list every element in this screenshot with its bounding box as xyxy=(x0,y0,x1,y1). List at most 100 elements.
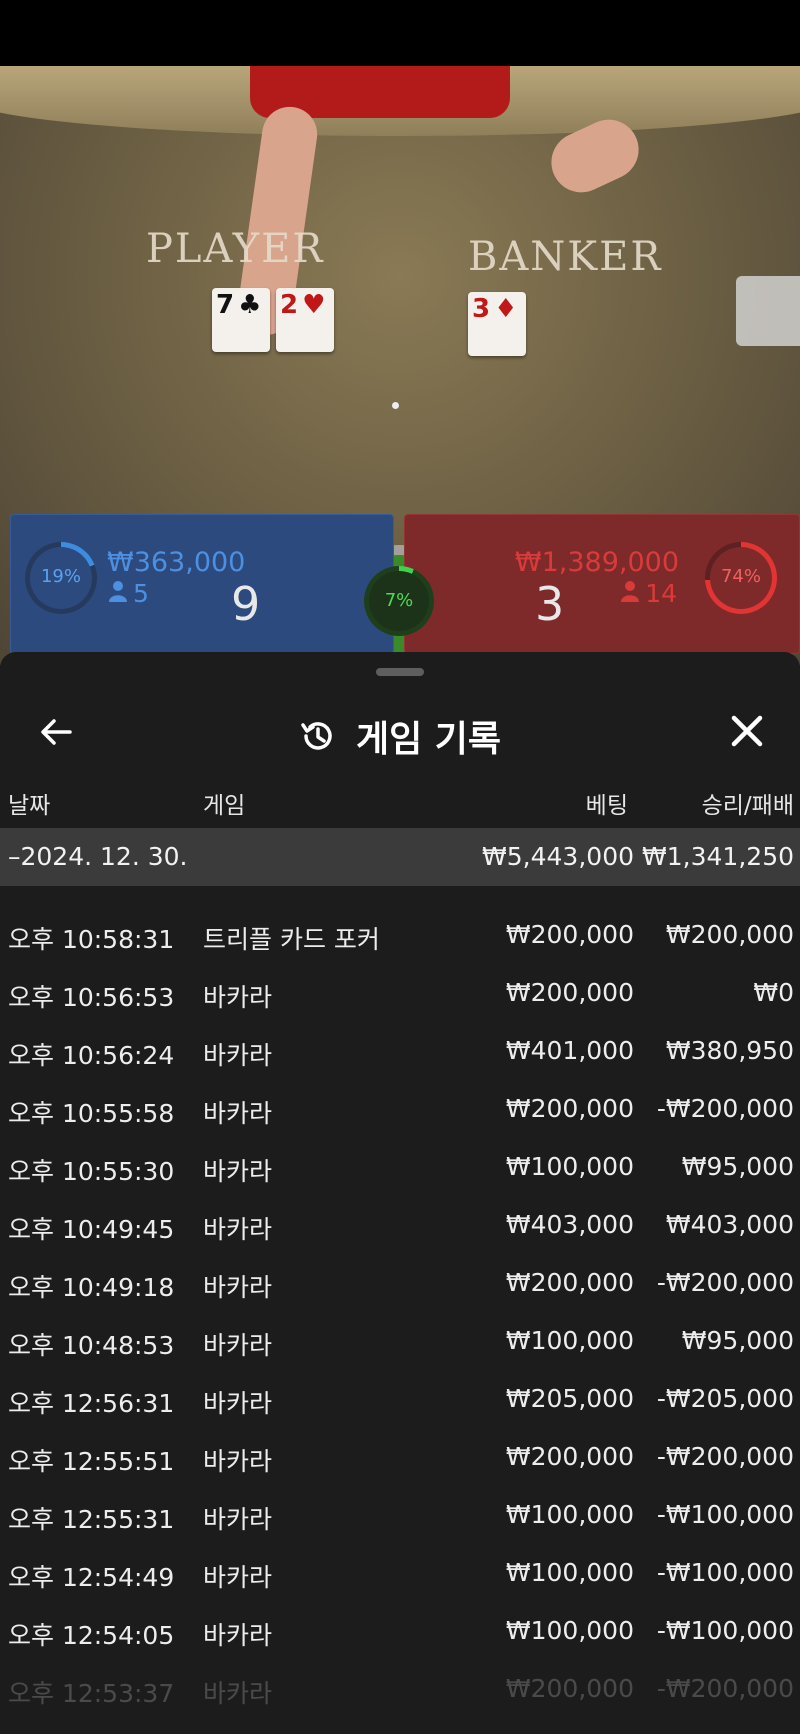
history-row[interactable]: 오후 12:54:49 바카라 ₩100,000 -₩100,000 xyxy=(0,1554,800,1612)
history-row[interactable]: 오후 10:56:24 바카라 ₩401,000 ₩380,950 xyxy=(0,1032,800,1090)
felt-banker-label: BANKER xyxy=(468,234,663,280)
row-game: 바카라 xyxy=(203,1331,273,1360)
row-bet: ₩401,000 xyxy=(505,1036,634,1065)
banker-percent: 74% xyxy=(720,566,761,587)
row-win-loss: ₩403,000 xyxy=(665,1210,794,1239)
card-suit: ♥ xyxy=(302,290,326,320)
row-win-loss: -₩100,000 xyxy=(656,1500,794,1529)
banker-percent-ring: 74% xyxy=(705,542,777,614)
history-row[interactable]: 오후 10:56:53 바카라 ₩200,000 ₩0 xyxy=(0,974,800,1032)
history-row[interactable]: 오후 10:49:45 바카라 ₩403,000 ₩403,000 xyxy=(0,1206,800,1264)
close-button[interactable] xyxy=(724,708,770,754)
column-game: 게임 xyxy=(203,793,246,819)
row-game: 바카라 xyxy=(203,1563,273,1592)
row-win-loss: -₩100,000 xyxy=(656,1616,794,1645)
row-bet: ₩403,000 xyxy=(505,1210,634,1239)
history-row[interactable]: 오후 12:54:05 바카라 ₩100,000 -₩100,000 xyxy=(0,1612,800,1670)
player-bet-amount: ₩363,000 xyxy=(107,547,246,578)
player-bet-panel[interactable]: 19% ₩363,000 5 9 xyxy=(10,514,394,654)
row-time: 오후 10:49:45 xyxy=(8,1215,175,1244)
row-win-loss: -₩200,000 xyxy=(656,1442,794,1471)
banker-count-value: 14 xyxy=(645,579,677,608)
row-time: 오후 10:56:24 xyxy=(8,1041,175,1070)
card-suit: ♣ xyxy=(238,290,262,320)
row-win-loss: -₩200,000 xyxy=(656,1094,794,1123)
date-summary-row[interactable]: –2024. 12. 30. ₩5,443,000 ₩1,341,250 xyxy=(0,828,800,886)
row-win-loss: -₩100,000 xyxy=(656,1558,794,1587)
card-shoe xyxy=(736,276,800,346)
row-bet: ₩100,000 xyxy=(505,1616,634,1645)
drag-handle[interactable] xyxy=(376,668,424,676)
row-bet: ₩205,000 xyxy=(505,1384,634,1413)
player-count-value: 5 xyxy=(133,579,149,608)
column-bet: 베팅 xyxy=(585,793,628,819)
row-game: 바카라 xyxy=(203,1389,273,1418)
row-win-loss: ₩380,950 xyxy=(665,1036,794,1065)
banker-bet-panel[interactable]: ₩1,389,000 14 3 74% xyxy=(404,514,800,654)
history-row[interactable]: 오후 10:55:58 바카라 ₩200,000 -₩200,000 xyxy=(0,1090,800,1148)
row-time: 오후 12:53:37 xyxy=(8,1679,175,1708)
history-row[interactable]: 오후 12:53:37 바카라 ₩200,000 -₩200,000 xyxy=(0,1670,800,1728)
column-date: 날짜 xyxy=(8,793,51,819)
row-win-loss: -₩200,000 xyxy=(656,1674,794,1703)
row-game: 바카라 xyxy=(203,1621,273,1650)
page-title: 게임 기록 xyxy=(356,719,502,760)
row-game: 바카라 xyxy=(203,1041,273,1070)
playing-card: 2 ♥ xyxy=(276,288,334,352)
row-time: 오후 10:55:58 xyxy=(8,1099,175,1128)
row-bet: ₩100,000 xyxy=(505,1558,634,1587)
row-game: 바카라 xyxy=(203,983,273,1012)
close-x-icon xyxy=(731,715,763,747)
playing-card: 3 ♦ xyxy=(468,292,526,356)
person-icon xyxy=(621,579,640,608)
history-row[interactable]: 오후 12:56:31 바카라 ₩205,000 -₩205,000 xyxy=(0,1380,800,1438)
row-win-loss: ₩95,000 xyxy=(681,1326,794,1355)
history-row[interactable]: 오후 12:55:51 바카라 ₩200,000 -₩200,000 xyxy=(0,1438,800,1496)
row-game: 트리플 카드 포커 xyxy=(203,925,380,954)
row-time: 오후 10:56:53 xyxy=(8,983,175,1012)
playing-card: 7 ♣ xyxy=(212,288,270,352)
tie-percent-ring: 7% xyxy=(364,566,434,636)
felt-player-label: PLAYER xyxy=(146,226,325,272)
row-bet: ₩200,000 xyxy=(505,978,634,1007)
player-score: 9 xyxy=(231,577,261,631)
history-list: 오후 10:58:31 트리플 카드 포커 ₩200,000 ₩200,000 오후 1… xyxy=(0,916,800,1728)
row-win-loss: ₩95,000 xyxy=(681,1152,794,1181)
row-bet: ₩100,000 xyxy=(505,1326,634,1355)
banker-score: 3 xyxy=(535,577,565,631)
row-time: 오후 10:58:31 xyxy=(8,925,175,954)
player-count: 5 xyxy=(109,579,149,608)
row-time: 오후 12:54:05 xyxy=(8,1621,175,1650)
history-row[interactable]: 오후 10:55:30 바카라 ₩100,000 ₩95,000 xyxy=(0,1148,800,1206)
history-title: 게임 기록 xyxy=(0,710,800,762)
row-win-loss: ₩0 xyxy=(753,978,794,1007)
player-percent: 19% xyxy=(40,566,81,587)
row-game: 바카라 xyxy=(203,1099,273,1128)
row-time: 오후 10:55:30 xyxy=(8,1157,175,1186)
row-bet: ₩200,000 xyxy=(505,1442,634,1471)
row-game: 바카라 xyxy=(203,1215,273,1244)
history-row[interactable]: 오후 10:49:18 바카라 ₩200,000 -₩200,000 xyxy=(0,1264,800,1322)
row-time: 오후 10:48:53 xyxy=(8,1331,175,1360)
row-game: 바카라 xyxy=(203,1679,273,1708)
history-row[interactable]: 오후 10:58:31 트리플 카드 포커 ₩200,000 ₩200,000 xyxy=(0,916,800,974)
row-time: 오후 12:56:31 xyxy=(8,1389,175,1418)
row-bet: ₩200,000 xyxy=(505,920,634,949)
row-time: 오후 12:55:51 xyxy=(8,1447,175,1476)
history-row[interactable]: 오후 12:55:31 바카라 ₩100,000 -₩100,000 xyxy=(0,1496,800,1554)
row-bet: ₩100,000 xyxy=(505,1500,634,1529)
history-header: 게임 기록 xyxy=(0,692,800,772)
row-win-loss: ₩200,000 xyxy=(665,920,794,949)
row-time: 오후 12:55:31 xyxy=(8,1505,175,1534)
history-clock-icon xyxy=(301,722,332,750)
history-row[interactable]: 오후 10:48:53 바카라 ₩100,000 ₩95,000 xyxy=(0,1322,800,1380)
row-game: 바카라 xyxy=(203,1273,273,1302)
history-sheet: 게임 기록 날짜 게임 베팅 승리/패배 –2024. 12. 30. ₩5,4… xyxy=(0,652,800,1734)
tie-percent: 7% xyxy=(384,590,414,611)
top-bar xyxy=(0,0,800,66)
row-bet: ₩200,000 xyxy=(505,1268,634,1297)
card-rank: 7 xyxy=(216,290,235,320)
row-win-loss: -₩205,000 xyxy=(656,1384,794,1413)
person-icon xyxy=(109,579,127,608)
row-win-loss: -₩200,000 xyxy=(656,1268,794,1297)
